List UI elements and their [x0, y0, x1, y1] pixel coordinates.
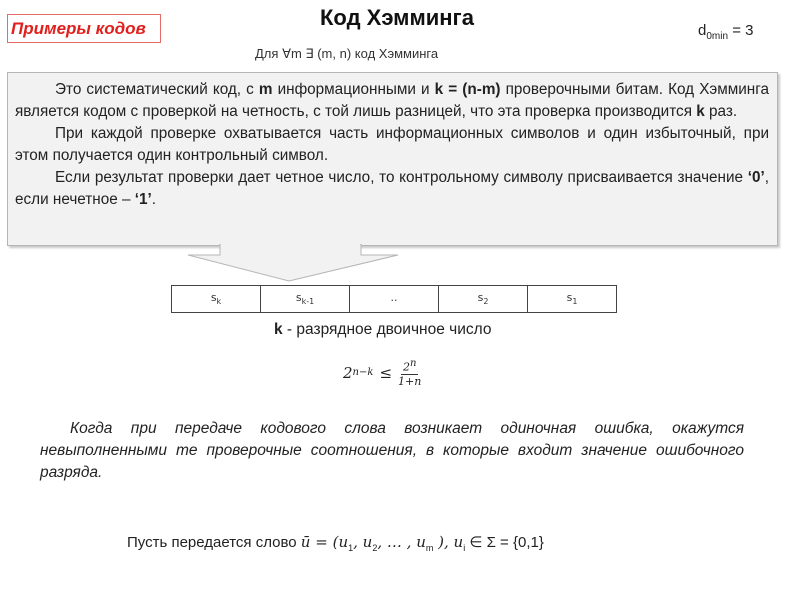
table-cell: sk-1 [260, 285, 350, 313]
ui: u [453, 533, 464, 551]
definition-paragraph-1: Это систематический код, с m информацион… [15, 79, 769, 123]
formula-exponent: n−k [352, 367, 374, 379]
fraction-numerator: 2n [400, 358, 419, 375]
subtitle-suffix: код Хэмминга [354, 46, 439, 61]
check-bits-table: sk sk-1 .. s2 s1 [171, 285, 617, 313]
cell-sub: 2 [483, 297, 489, 307]
num-exponent: n [409, 358, 417, 369]
text: . [151, 191, 157, 208]
text: Это систематический код, с [55, 81, 259, 98]
alphabet: ∈ Σ = {0,1} [465, 534, 544, 551]
error-note: Когда при передаче кодового слова возник… [40, 420, 744, 481]
definition-paragraph-2: При каждой проверке охватывается часть и… [15, 125, 769, 164]
table-row: sk sk-1 .. s2 s1 [171, 285, 617, 313]
formula-base: 2 [343, 363, 353, 382]
transmitted-word-line: Пусть передается слово ū = (u1, u2, … , … [127, 533, 544, 553]
text: раз. [704, 103, 738, 120]
min-distance: d0min = 3 [698, 22, 753, 42]
definition-paragraph-3: Если результат проверки дает четное числ… [15, 167, 769, 211]
dmin-value: = 3 [732, 22, 754, 39]
close: ), [433, 533, 454, 551]
word-text: Пусть передается слово [127, 534, 301, 551]
one-value: ‘1’ [134, 191, 152, 208]
subtitle-prefix: Для [255, 46, 279, 61]
inequality-formula: 2 n−k ≤ 2n 1+n [343, 358, 421, 388]
table-cell: .. [349, 285, 439, 313]
cell-base: .. [390, 291, 398, 305]
subtitle: Для ∀m ∃ (m, n) код Хэмминга [255, 46, 438, 62]
dmin-subscript: 0min [706, 31, 729, 42]
text: информационными и [272, 81, 435, 98]
k-term: k [696, 103, 705, 120]
formula-fraction: 2n 1+n [398, 358, 421, 388]
k-description-text: - разрядное двоичное число [282, 321, 492, 338]
fraction-denominator: 1+n [398, 374, 422, 388]
k-term: k [274, 321, 283, 338]
cell-sub: k [216, 297, 222, 307]
table-cell: s1 [527, 285, 617, 313]
formula-relation: ≤ [379, 363, 393, 382]
subtitle-math: ∀m ∃ (m, n) [282, 46, 352, 61]
um: u [416, 533, 426, 551]
cell-sub: k-1 [301, 297, 315, 307]
down-arrow-icon [188, 244, 399, 282]
u1: u [338, 533, 349, 551]
table-cell: sk [171, 285, 261, 313]
sep: , … , [377, 533, 417, 551]
zero-value: ‘0’ [747, 169, 765, 186]
m-term: m [258, 81, 273, 98]
u2: u [362, 533, 373, 551]
cell-sub: 1 [572, 297, 578, 307]
sep: , [353, 533, 363, 551]
text: Если результат проверки дает четное числ… [55, 169, 748, 186]
table-cell: s2 [438, 285, 528, 313]
eq: = ( [310, 533, 339, 551]
num-base: 2 [402, 360, 410, 374]
k-formula: k = (n-m) [434, 81, 501, 98]
k-description: k - разрядное двоичное число [274, 320, 514, 340]
section-label: Примеры кодов [11, 19, 146, 38]
page-title: Код Хэмминга [320, 5, 474, 30]
definition-box: Это систематический код, с m информацион… [7, 72, 778, 246]
